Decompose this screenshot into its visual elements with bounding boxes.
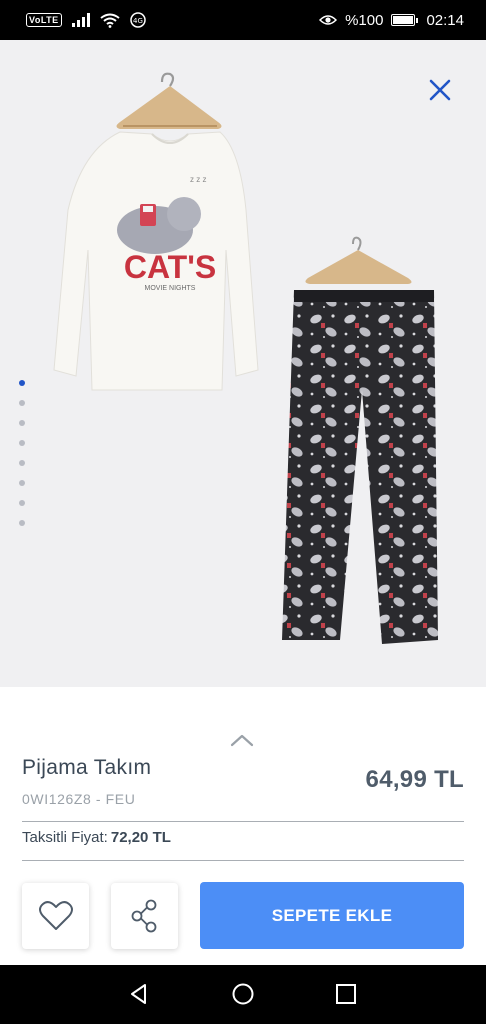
gallery-dot[interactable] xyxy=(19,380,25,386)
gallery-dot[interactable] xyxy=(19,420,25,426)
volte-badge: VoLTE xyxy=(26,13,62,27)
home-icon[interactable] xyxy=(231,982,255,1006)
installment-label: Taksitli Fiyat: xyxy=(22,829,108,846)
pajama-pants xyxy=(282,290,438,644)
status-bar: VoLTE 4G %100 02:14 xyxy=(0,0,486,40)
pajama-top: CAT'S MOVIE NIGHTS z z z xyxy=(53,131,259,391)
battery-percent: %100 xyxy=(345,11,384,29)
add-to-cart-button[interactable]: SEPETE EKLE xyxy=(200,882,464,949)
gallery-dot[interactable] xyxy=(19,400,25,406)
gallery-dot[interactable] xyxy=(19,440,25,446)
installment-price: 72,20 TL xyxy=(110,829,171,846)
product-image: CAT'S MOVIE NIGHTS z z z xyxy=(53,72,438,644)
gallery-dot[interactable] xyxy=(19,480,25,486)
recents-icon[interactable] xyxy=(334,982,358,1006)
product-image-gallery[interactable]: CAT'S MOVIE NIGHTS z z z xyxy=(0,40,486,687)
svg-text:z z z: z z z xyxy=(190,175,206,184)
print-text: CAT'S xyxy=(124,249,216,285)
share-icon xyxy=(131,899,156,933)
close-icon[interactable] xyxy=(424,74,456,106)
top-hanger xyxy=(116,72,222,129)
status-right: %100 02:14 xyxy=(319,12,464,29)
battery-icon xyxy=(391,14,419,26)
wifi-icon xyxy=(100,13,120,28)
gallery-pagination xyxy=(19,380,25,526)
navigation-bar xyxy=(0,965,486,1024)
product-code: 0WI126Z8 - FEU xyxy=(22,791,136,807)
product-price: 64,99 TL xyxy=(365,766,464,793)
clock: 02:14 xyxy=(426,11,464,29)
print-subtext: MOVIE NIGHTS xyxy=(145,285,196,292)
heart-icon xyxy=(38,901,73,930)
gallery-dot[interactable] xyxy=(19,500,25,506)
installment-price-row: Taksitli Fiyat: 72,20 TL xyxy=(22,829,171,846)
eye-icon xyxy=(319,15,338,25)
gallery-dot[interactable] xyxy=(19,520,25,526)
share-button[interactable] xyxy=(111,883,178,949)
product-details: Pijama Takım 0WI126Z8 - FEU 64,99 TL Tak… xyxy=(0,687,486,965)
bottom-hanger xyxy=(305,236,412,284)
back-icon[interactable] xyxy=(127,982,151,1006)
data-badge-icon: 4G xyxy=(129,12,146,28)
divider xyxy=(22,821,464,822)
chevron-up-icon[interactable] xyxy=(229,732,255,748)
divider xyxy=(22,860,464,861)
favorite-button[interactable] xyxy=(22,883,89,949)
data-badge-text: 4G xyxy=(133,17,143,25)
signal-icon xyxy=(71,13,90,27)
gallery-dot[interactable] xyxy=(19,460,25,466)
product-title: Pijama Takım xyxy=(22,756,152,779)
status-left: VoLTE 4G xyxy=(26,12,146,28)
